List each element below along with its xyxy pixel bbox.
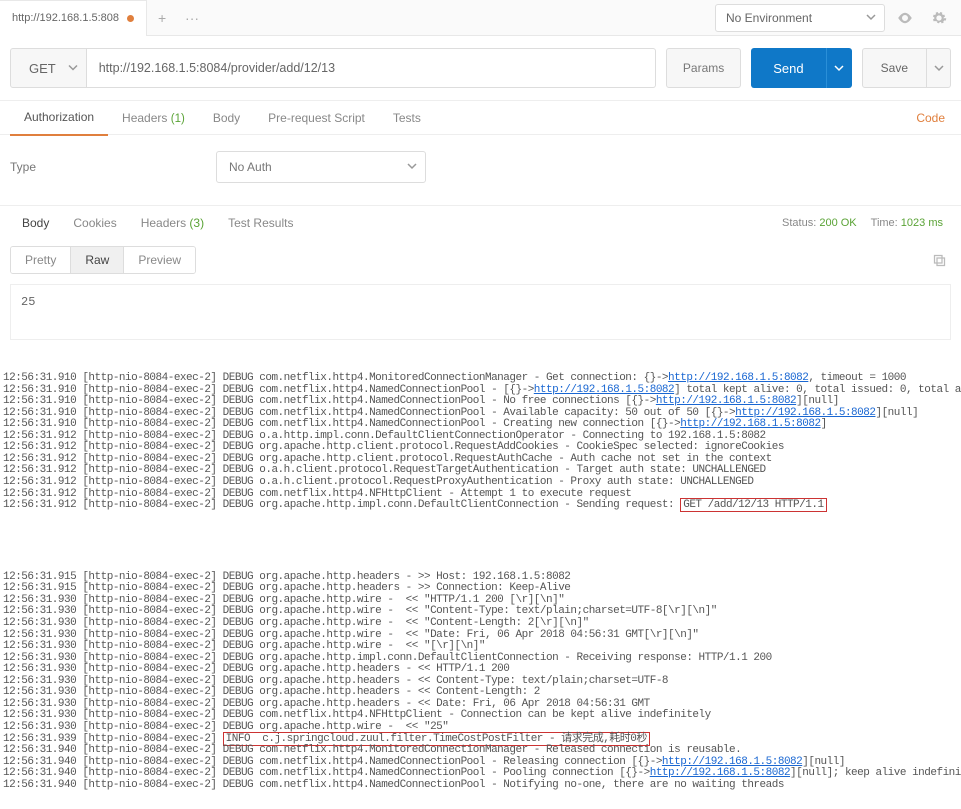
send-button[interactable]: Send [751, 48, 825, 88]
tab-pre-request[interactable]: Pre-request Script [254, 101, 379, 135]
status-code: 200 OK [819, 217, 856, 229]
send-options-button[interactable] [826, 48, 852, 88]
save-options-button[interactable] [927, 48, 951, 88]
response-body[interactable]: 25 [10, 284, 951, 340]
auth-type-select[interactable]: No Auth [216, 151, 426, 183]
resp-tab-cookies[interactable]: Cookies [61, 206, 128, 240]
tab-title: http://192.168.1.5:808 [12, 12, 119, 24]
auth-type-label: Type [10, 160, 36, 174]
resp-tab-headers[interactable]: Headers (3) [129, 206, 216, 240]
highlighted-segment: GET /add/12/13 HTTP/1.1 [680, 498, 826, 512]
highlighted-segment: INFO c.j.springcloud.zuul.filter.TimeCos… [223, 732, 650, 746]
log-pane: 12:56:31.910 [http-nio-8084-exec-2] DEBU… [0, 350, 961, 809]
log-link[interactable]: http://192.168.1.5:8082 [662, 756, 802, 768]
resp-tab-body[interactable]: Body [10, 206, 61, 240]
tab-tests[interactable]: Tests [379, 101, 435, 135]
tab-options-button[interactable]: ··· [177, 0, 207, 36]
unsaved-dot-icon [127, 15, 134, 22]
response-time: 1023 ms [901, 217, 943, 229]
tab-headers[interactable]: Headers (1) [108, 101, 199, 135]
log-line: 12:56:31.930 [http-nio-8084-exec-2] DEBU… [0, 641, 961, 653]
environment-select[interactable]: No Environment [715, 4, 885, 32]
log-link[interactable]: http://192.168.1.5:8082 [680, 418, 820, 430]
chevron-down-icon [866, 11, 876, 25]
save-button[interactable]: Save [862, 48, 927, 88]
auth-type-value: No Auth [229, 160, 272, 174]
settings-icon[interactable] [925, 4, 953, 32]
request-tab[interactable]: http://192.168.1.5:808 [0, 0, 147, 36]
log-line: 12:56:31.930 [http-nio-8084-exec-2] DEBU… [0, 618, 961, 630]
view-pretty[interactable]: Pretty [11, 247, 71, 273]
view-raw[interactable]: Raw [71, 247, 124, 273]
log-line: 12:56:31.912 [http-nio-8084-exec-2] DEBU… [0, 500, 961, 512]
auth-panel: Type No Auth [0, 135, 961, 206]
code-link[interactable]: Code [916, 111, 951, 125]
method-select[interactable]: GET [10, 48, 87, 88]
tab-authorization[interactable]: Authorization [10, 100, 108, 136]
tabs-bar: http://192.168.1.5:808 + ··· No Environm… [0, 0, 961, 36]
log-line: 12:56:31.940 [http-nio-8084-exec-2] DEBU… [0, 780, 961, 792]
method-value: GET [29, 61, 56, 76]
log-line: 12:56:31.939 [http-nio-8084-exec-2] INFO… [0, 734, 961, 746]
resp-tab-tests[interactable]: Test Results [216, 206, 305, 240]
log-line: 12:56:31.910 [http-nio-8084-exec-2] DEBU… [0, 373, 961, 385]
copy-response-icon[interactable] [927, 248, 951, 272]
params-button[interactable]: Params [666, 48, 741, 88]
log-link[interactable]: http://192.168.1.5:8082 [668, 372, 808, 384]
log-link[interactable]: http://192.168.1.5:8082 [534, 384, 674, 396]
url-input[interactable] [87, 48, 656, 88]
view-preview[interactable]: Preview [124, 247, 195, 273]
log-link[interactable]: http://192.168.1.5:8082 [656, 395, 796, 407]
chevron-down-icon [407, 160, 417, 174]
log-line: 12:56:31.940 [http-nio-8084-exec-2] DEBU… [0, 757, 961, 769]
log-link[interactable]: http://192.168.1.5:8082 [650, 767, 790, 779]
tab-body[interactable]: Body [199, 101, 254, 135]
log-line: 12:56:31.912 [http-nio-8084-exec-2] DEBU… [0, 477, 961, 489]
chevron-down-icon [68, 61, 78, 76]
environment-value: No Environment [726, 11, 812, 25]
request-row: GET Params Send Save [0, 36, 961, 101]
response-status: Status: 200 OK Time: 1023 ms [782, 217, 951, 229]
log-line: 12:56:31.940 [http-nio-8084-exec-2] DEBU… [0, 768, 961, 780]
log-line: 12:56:31.940 [http-nio-8084-exec-2] DEBU… [0, 745, 961, 757]
env-quicklook-icon[interactable] [891, 4, 919, 32]
view-mode-tabs: Pretty Raw Preview [0, 240, 961, 280]
log-link[interactable]: http://192.168.1.5:8082 [735, 407, 875, 419]
response-tabs: Body Cookies Headers (3) Test Results St… [0, 206, 961, 240]
new-tab-button[interactable]: + [147, 0, 177, 36]
request-tabs: Authorization Headers (1) Body Pre-reque… [0, 101, 961, 135]
